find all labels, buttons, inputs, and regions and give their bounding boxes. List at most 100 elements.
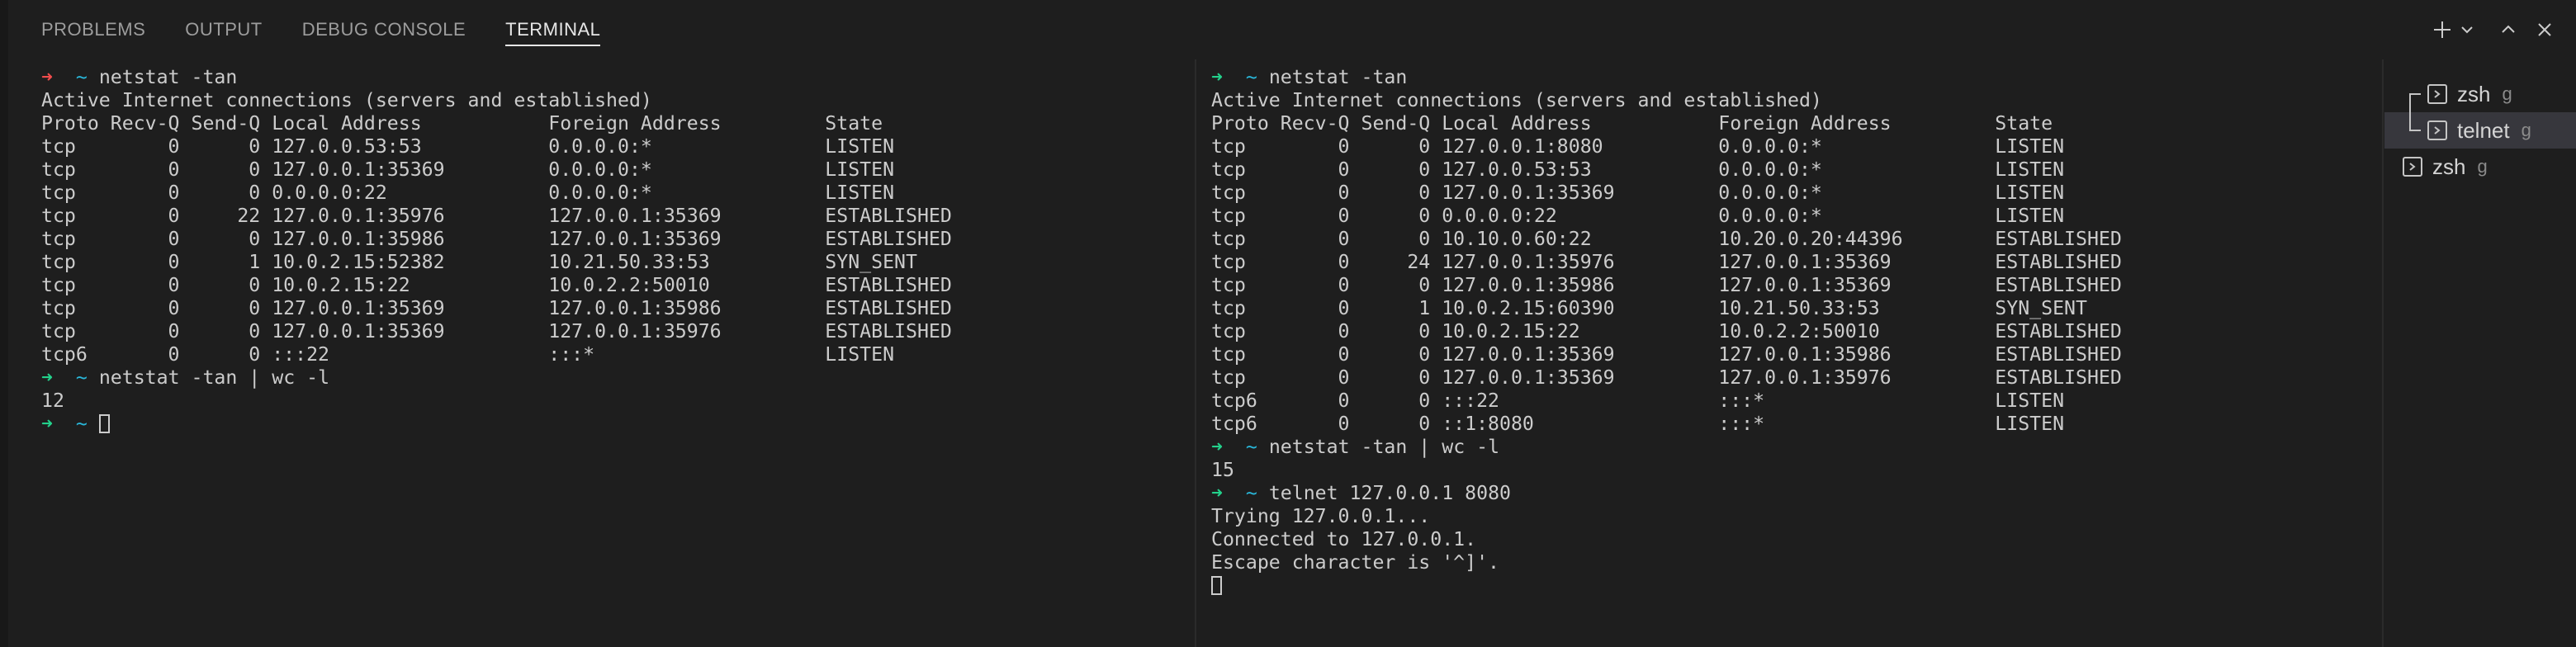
output-text: 12 xyxy=(41,390,64,412)
output-line: tcp6 0 0 :::22 :::* LISTEN xyxy=(1211,390,2122,413)
output-line: tcp 0 0 127.0.0.1:35369 127.0.0.1:35976 … xyxy=(41,320,952,343)
output-text: tcp 0 0 10.0.2.15:22 10.0.2.2:50010 ESTA… xyxy=(1211,320,2122,342)
output-text: tcp6 0 0 :::22 :::* LISTEN xyxy=(1211,390,2065,412)
terminal-icon xyxy=(2403,157,2422,177)
output-text: tcp 0 0 127.0.0.1:35369 0.0.0.0:* LISTEN xyxy=(41,158,895,181)
output-line: tcp 0 0 127.0.0.1:35369 127.0.0.1:35986 … xyxy=(41,297,952,320)
terminal-cursor xyxy=(1211,576,1222,595)
output-line: tcp 0 0 127.0.0.53:53 0.0.0.0:* LISTEN xyxy=(41,135,952,158)
prompt-directory: ~ xyxy=(75,413,88,435)
panel-tabs: PROBLEMS OUTPUT DEBUG CONSOLE TERMINAL xyxy=(41,0,640,59)
output-line: tcp 0 0 10.10.0.60:22 10.20.0.20:44396 E… xyxy=(1211,228,2122,251)
terminal-pane-right[interactable]: ➜ ~ netstat -tan Active Internet connecti… xyxy=(1211,66,2122,597)
terminal-pane-left[interactable]: ➜ ~ netstat -tan Active Internet connecti… xyxy=(41,66,952,436)
prompt-arrow-icon: ➜ xyxy=(1211,482,1223,504)
command-line: ➜ ~ netstat -tan xyxy=(41,66,952,89)
output-line: tcp 0 0 10.0.2.15:22 10.0.2.2:50010 ESTA… xyxy=(41,274,952,297)
tab-terminal[interactable]: TERMINAL xyxy=(505,0,601,59)
output-line: tcp 0 1 10.0.2.15:52382 10.21.50.33:53 S… xyxy=(41,251,952,274)
output-text: tcp6 0 0 ::1:8080 :::* LISTEN xyxy=(1211,413,2065,435)
tree-connector xyxy=(2409,76,2427,112)
output-line: 12 xyxy=(41,390,952,413)
command-text: netstat -tan | wc -l xyxy=(98,366,330,389)
prompt-arrow-icon: ➜ xyxy=(1211,436,1223,458)
output-text: tcp 0 0 127.0.0.1:35986 127.0.0.1:35369 … xyxy=(1211,274,2122,296)
output-text: tcp 0 0 127.0.0.53:53 0.0.0.0:* LISTEN xyxy=(1211,158,2065,181)
output-line: tcp 0 0 127.0.0.1:35369 127.0.0.1:35986 … xyxy=(1211,343,2122,366)
output-text: Trying 127.0.0.1... xyxy=(1211,505,1431,527)
terminal-list-divider[interactable] xyxy=(2382,59,2384,647)
command-text: telnet 127.0.0.1 8080 xyxy=(1268,482,1511,504)
output-text: tcp 0 0 127.0.0.1:35986 127.0.0.1:35369 … xyxy=(41,228,952,250)
add-icon xyxy=(2434,21,2451,38)
output-text: Connected to 127.0.0.1. xyxy=(1211,528,1477,550)
output-line: tcp6 0 0 :::22 :::* LISTEN xyxy=(41,343,952,366)
output-text: tcp 0 0 127.0.0.1:35369 127.0.0.1:35986 … xyxy=(41,297,952,319)
tab-debug-console[interactable]: DEBUG CONSOLE xyxy=(302,0,466,59)
output-text: tcp 0 0 127.0.0.1:8080 0.0.0.0:* LISTEN xyxy=(1211,135,2065,158)
output-line: tcp 0 0 127.0.0.1:8080 0.0.0.0:* LISTEN xyxy=(1211,135,2122,158)
output-line: tcp 0 0 127.0.0.1:35369 127.0.0.1:35976 … xyxy=(1211,366,2122,390)
terminal-name: telnet xyxy=(2457,117,2510,143)
terminal-sub-label: g xyxy=(2477,156,2488,177)
prompt-arrow-icon: ➜ xyxy=(1211,66,1223,88)
output-text: tcp 0 0 127.0.0.53:53 0.0.0.0:* LISTEN xyxy=(41,135,895,158)
output-line: tcp 0 22 127.0.0.1:35976 127.0.0.1:35369… xyxy=(41,205,952,228)
output-text: tcp 0 0 127.0.0.1:35369 127.0.0.1:35976 … xyxy=(1211,366,2122,389)
output-text: Active Internet connections (servers and… xyxy=(1211,89,1822,111)
terminal-list-item-zsh[interactable]: zsh g xyxy=(2384,76,2576,112)
prompt-directory: ~ xyxy=(1245,436,1257,458)
output-line: Proto Recv-Q Send-Q Local Address Foreig… xyxy=(1211,112,2122,135)
output-line: tcp 0 0 0.0.0.0:22 0.0.0.0:* LISTEN xyxy=(1211,205,2122,228)
tab-output[interactable]: OUTPUT xyxy=(185,0,262,59)
chevron-up-icon xyxy=(2502,25,2515,33)
output-text: 15 xyxy=(1211,459,1234,481)
output-line: tcp 0 1 10.0.2.15:60390 10.21.50.33:53 S… xyxy=(1211,297,2122,320)
output-text: tcp 0 0 127.0.0.1:35369 127.0.0.1:35976 … xyxy=(41,320,952,342)
output-text: tcp 0 0 10.10.0.60:22 10.20.0.20:44396 E… xyxy=(1211,228,2122,250)
panel-actions xyxy=(2421,15,2559,45)
prompt-line: ➜ ~ xyxy=(41,413,952,436)
output-line: tcp 0 0 127.0.0.1:35369 0.0.0.0:* LISTEN xyxy=(41,158,952,182)
output-text: Proto Recv-Q Send-Q Local Address Foreig… xyxy=(1211,112,2053,135)
output-line: Trying 127.0.0.1... xyxy=(1211,505,2122,528)
new-terminal-button[interactable] xyxy=(2427,15,2457,45)
command-text: netstat -tan xyxy=(98,66,238,88)
command-line: ➜ ~ netstat -tan | wc -l xyxy=(1211,436,2122,459)
command-line: ➜ ~ netstat -tan xyxy=(1211,66,2122,89)
output-text: tcp 0 24 127.0.0.1:35976 127.0.0.1:35369… xyxy=(1211,251,2122,273)
terminal-list-item-telnet[interactable]: telnet g xyxy=(2384,112,2576,149)
output-line: Connected to 127.0.0.1. xyxy=(1211,528,2122,551)
close-panel-button[interactable] xyxy=(2530,15,2559,45)
output-text: tcp 0 0 127.0.0.1:35369 127.0.0.1:35986 … xyxy=(1211,343,2122,366)
close-icon xyxy=(2538,23,2551,36)
prompt-directory: ~ xyxy=(75,66,88,88)
panel-header: PROBLEMS OUTPUT DEBUG CONSOLE TERMINAL xyxy=(8,0,2576,59)
output-text: Proto Recv-Q Send-Q Local Address Foreig… xyxy=(41,112,883,135)
split-divider[interactable] xyxy=(1195,59,1196,647)
maximize-panel-button[interactable] xyxy=(2493,15,2523,45)
output-line: tcp6 0 0 ::1:8080 :::* LISTEN xyxy=(1211,413,2122,436)
terminal-icon xyxy=(2427,120,2447,140)
terminal-list: zsh g telnet g zsh g xyxy=(2384,59,2576,647)
output-text: tcp6 0 0 :::22 :::* LISTEN xyxy=(41,343,895,366)
output-text: tcp 0 0 0.0.0.0:22 0.0.0.0:* LISTEN xyxy=(1211,205,2065,227)
output-line: Active Internet connections (servers and… xyxy=(1211,89,2122,112)
prompt-directory: ~ xyxy=(75,366,88,389)
prompt-arrow-icon: ➜ xyxy=(41,366,53,389)
activity-edge xyxy=(0,0,8,647)
tab-problems[interactable]: PROBLEMS xyxy=(41,0,145,59)
output-line: Escape character is '^]'. xyxy=(1211,551,2122,574)
terminal-list-item-zsh[interactable]: zsh g xyxy=(2384,149,2576,185)
terminal-dropdown-button[interactable] xyxy=(2457,15,2477,45)
command-text: netstat -tan | wc -l xyxy=(1268,436,1500,458)
tree-connector xyxy=(2409,112,2427,149)
output-line: tcp 0 0 127.0.0.1:35369 0.0.0.0:* LISTEN xyxy=(1211,182,2122,205)
terminal-name: zsh xyxy=(2457,81,2491,106)
command-text: netstat -tan xyxy=(1268,66,1408,88)
output-text: Active Internet connections (servers and… xyxy=(41,89,652,111)
output-text: tcp 0 22 127.0.0.1:35976 127.0.0.1:35369… xyxy=(41,205,952,227)
output-text: tcp 0 0 0.0.0.0:22 0.0.0.0:* LISTEN xyxy=(41,182,895,204)
output-line: Proto Recv-Q Send-Q Local Address Foreig… xyxy=(41,112,952,135)
terminal-name: zsh xyxy=(2432,153,2466,179)
